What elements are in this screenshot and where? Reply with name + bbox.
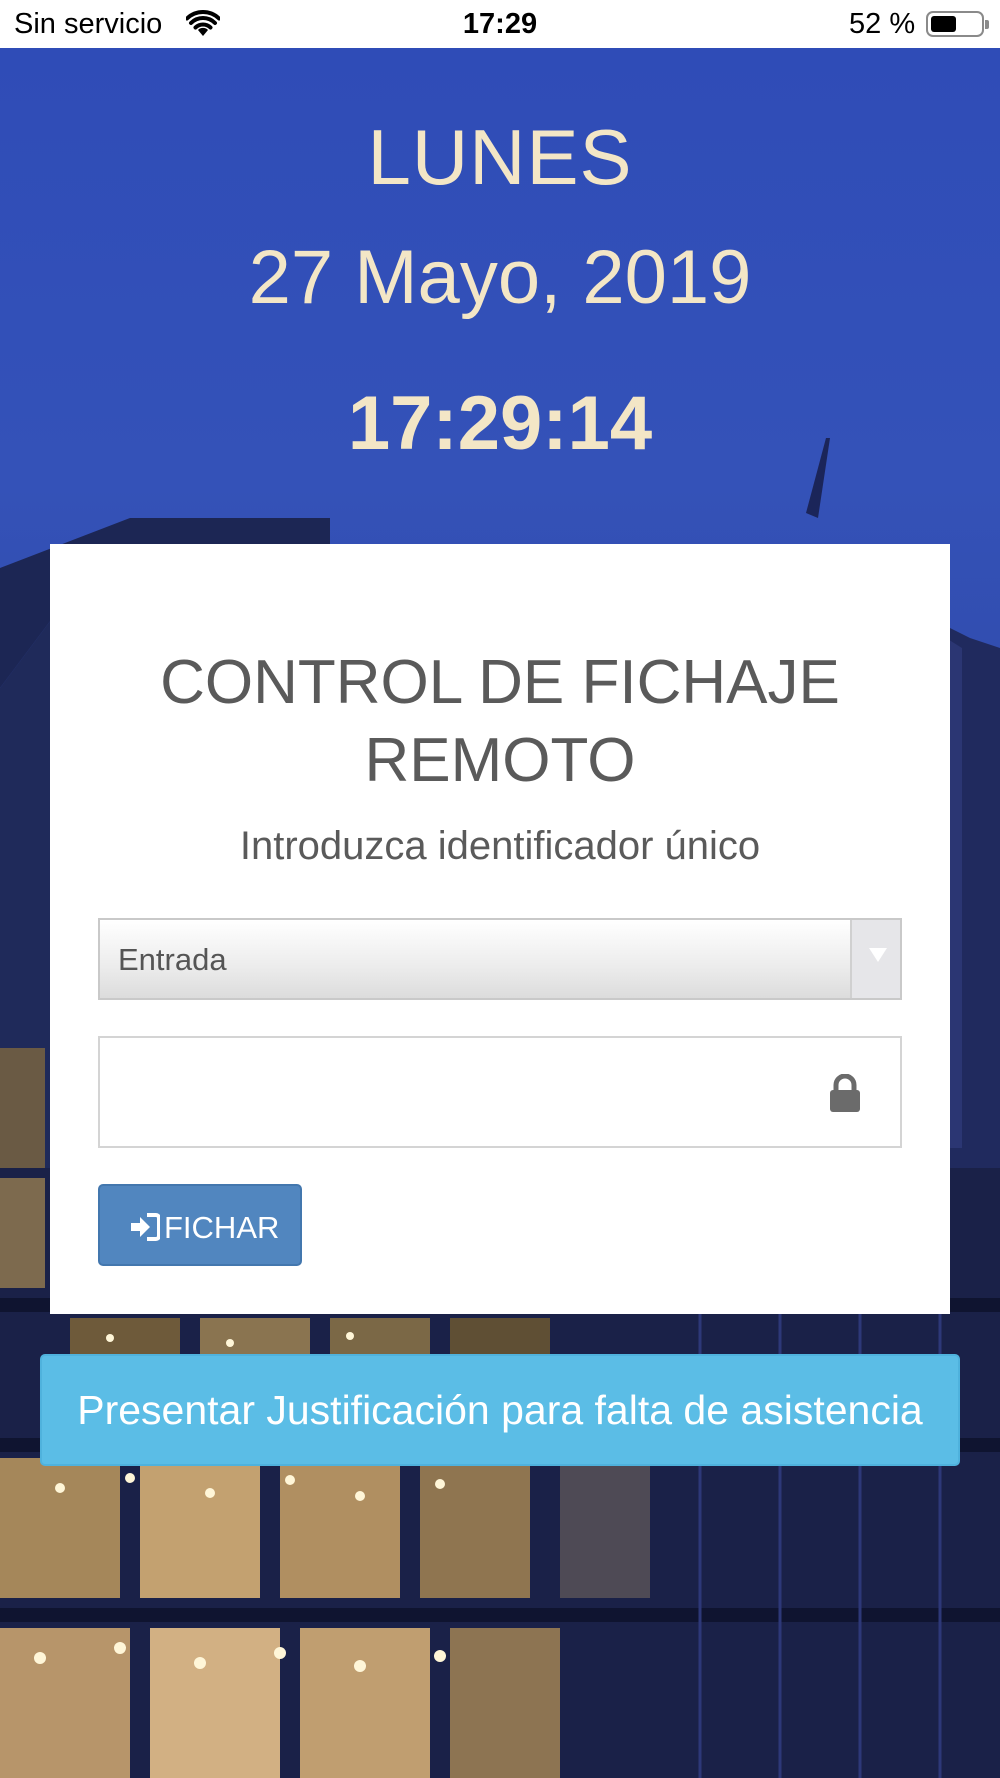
select-value: Entrada xyxy=(118,942,227,977)
fichar-button[interactable]: FICHAR xyxy=(98,1184,302,1266)
battery-percent: 52 % xyxy=(849,8,916,40)
login-card: CONTROL DE FICHAJE REMOTO Introduzca ide… xyxy=(50,544,950,1314)
date-label: 27 Mayo, 2019 xyxy=(248,235,752,320)
identifier-field[interactable] xyxy=(98,1036,902,1148)
card-title: CONTROL DE FICHAJE REMOTO xyxy=(160,648,840,795)
sign-in-icon xyxy=(131,1213,160,1241)
card-subtitle: Introduzca identificador único xyxy=(239,824,761,868)
clock-label: 17:29:14 xyxy=(347,381,653,466)
weekday-label: LUNES xyxy=(367,113,633,201)
justification-button[interactable]: Presentar Justificación para falta de as… xyxy=(40,1354,960,1466)
lock-icon xyxy=(830,1074,860,1112)
fichar-button-label: FICHAR xyxy=(164,1210,280,1245)
type-select[interactable]: Entrada xyxy=(98,918,902,1000)
status-bar: Sin servicio 17:29 52 % xyxy=(0,0,1000,48)
chevron-down-icon[interactable] xyxy=(850,920,900,998)
identifier-input[interactable] xyxy=(110,1048,810,1138)
battery-icon xyxy=(926,11,989,37)
